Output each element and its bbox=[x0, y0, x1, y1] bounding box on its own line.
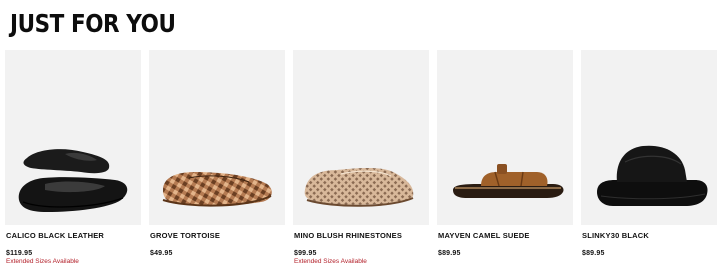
product-card[interactable]: SLINKY30 BLACK $89.95 bbox=[581, 50, 717, 270]
product-name[interactable]: MINO BLUSH RHINESTONES bbox=[294, 231, 430, 240]
platform-slide-icon bbox=[597, 145, 708, 206]
product-card[interactable]: GROVE TORTOISE $49.95 bbox=[149, 50, 285, 270]
product-card[interactable]: CALICO BLACK LEATHER $119.95 Extended Si… bbox=[5, 50, 141, 270]
product-price: $119.95 bbox=[6, 250, 33, 257]
black-ballet-flat-icon bbox=[18, 149, 128, 212]
product-price: $89.95 bbox=[438, 250, 461, 257]
product-image[interactable] bbox=[5, 50, 141, 225]
extended-sizes-badge: Extended Sizes Available bbox=[6, 258, 79, 265]
product-price: $99.95 bbox=[294, 250, 317, 257]
product-image[interactable] bbox=[293, 50, 429, 225]
product-price: $49.95 bbox=[150, 250, 173, 257]
extended-sizes-badge: Extended Sizes Available bbox=[294, 258, 367, 265]
product-card[interactable]: MAYVEN CAMEL SUEDE $89.95 bbox=[437, 50, 573, 270]
product-carousel: CALICO BLACK LEATHER $119.95 Extended Si… bbox=[5, 50, 720, 270]
section-title: JUST FOR YOU bbox=[10, 9, 176, 38]
product-image[interactable] bbox=[581, 50, 717, 225]
product-name[interactable]: SLINKY30 BLACK bbox=[582, 231, 718, 240]
woven-flat-icon bbox=[162, 172, 272, 207]
slide-sandal-icon bbox=[453, 164, 564, 198]
product-image[interactable] bbox=[437, 50, 573, 225]
product-price: $89.95 bbox=[582, 250, 605, 257]
product-name[interactable]: GROVE TORTOISE bbox=[150, 231, 286, 240]
product-name[interactable]: CALICO BLACK LEATHER bbox=[6, 231, 142, 240]
product-image[interactable] bbox=[149, 50, 285, 225]
mesh-flat-icon bbox=[304, 168, 414, 207]
product-card[interactable]: MINO BLUSH RHINESTONES $99.95 Extended S… bbox=[293, 50, 429, 270]
product-name[interactable]: MAYVEN CAMEL SUEDE bbox=[438, 231, 574, 240]
